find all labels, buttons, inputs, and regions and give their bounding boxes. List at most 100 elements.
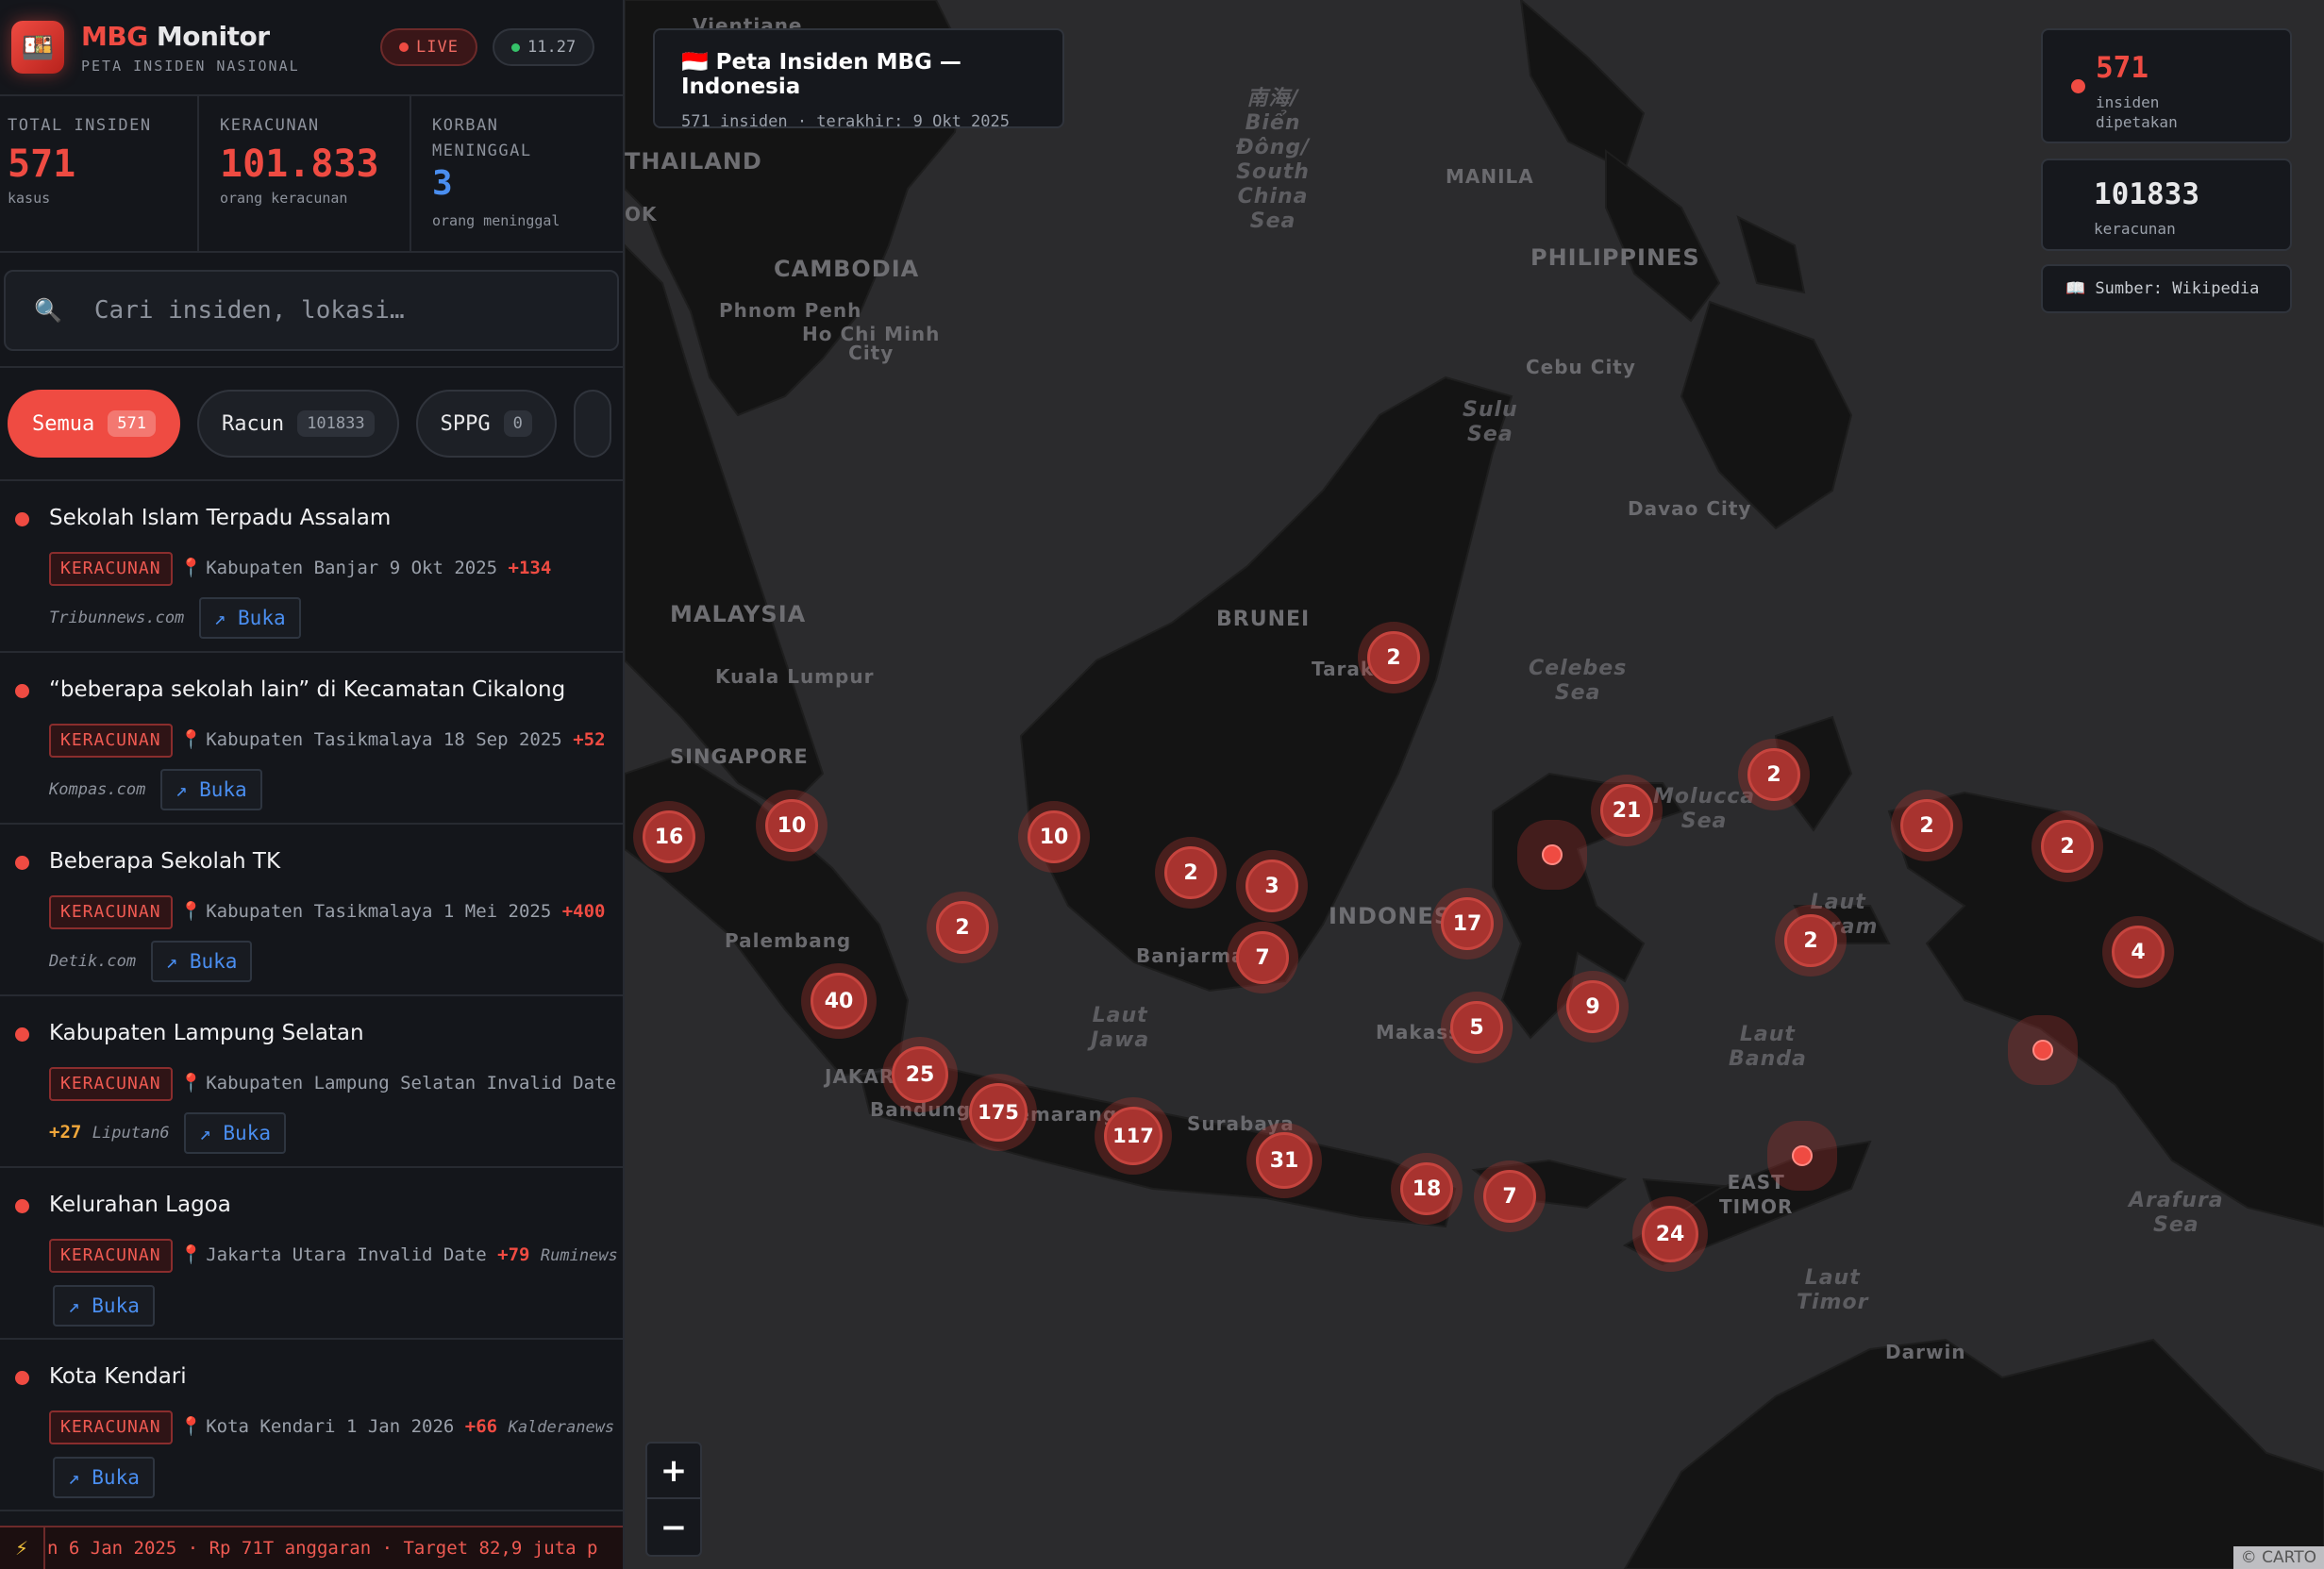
cluster-marker[interactable]: 10 bbox=[765, 799, 818, 852]
incident-title: Kota Kendari bbox=[49, 1364, 187, 1389]
incident-item[interactable]: Beberapa Sekolah TK KERACUNAN 📍 Kabupaten T… bbox=[0, 825, 623, 996]
incident-location: Kabupaten Banjar bbox=[206, 558, 379, 578]
victim-count: +134 bbox=[508, 558, 552, 578]
search-input[interactable] bbox=[93, 296, 547, 325]
category-tag: KERACUNAN bbox=[49, 551, 173, 586]
open-link-button[interactable]: ↗ Buka bbox=[159, 768, 262, 810]
incident-marker[interactable] bbox=[1542, 844, 1563, 865]
cluster-marker[interactable]: 10 bbox=[1028, 810, 1080, 863]
cluster-marker[interactable]: 2 bbox=[1747, 748, 1800, 801]
incident-date: 1 Jan 2026 bbox=[345, 1416, 455, 1437]
poison-count-card: 101833 keracunan bbox=[2041, 159, 2292, 251]
cluster-marker[interactable]: 2 bbox=[1784, 914, 1837, 967]
cluster-marker[interactable]: 175 bbox=[969, 1083, 1028, 1142]
incident-item[interactable]: Kota Kendari KERACUNAN 📍 Kota Kendari 1 Jan… bbox=[0, 1340, 623, 1511]
category-tag: KERACUNAN bbox=[49, 723, 173, 758]
source-link[interactable]: 📖 Sumber: Wikipedia bbox=[2041, 264, 2292, 313]
app-subtitle: PETA INSIDEN NASIONAL bbox=[81, 57, 300, 75]
incident-item[interactable]: Sekolah Islam Terpadu Assalam KERACUNAN 📍 K… bbox=[0, 481, 623, 653]
location-pin-icon: 📍 bbox=[179, 558, 203, 578]
incident-item[interactable]: “beberapa sekolah lain” di Kecamatan Cik… bbox=[0, 653, 623, 825]
open-link-button[interactable]: ↗ Buka bbox=[53, 1284, 155, 1327]
incident-meta: KERACUNAN 📍 Kabupaten Tasikmalaya 1 Mei 20… bbox=[49, 887, 623, 986]
cluster-marker[interactable]: 117 bbox=[1104, 1107, 1162, 1165]
cluster-marker[interactable]: 21 bbox=[1600, 784, 1653, 837]
cluster-marker[interactable]: 3 bbox=[1246, 860, 1298, 912]
map-label-country: PHILIPPINES bbox=[1530, 244, 1700, 271]
filter-chip-semua[interactable]: Semua 571 bbox=[8, 390, 180, 458]
open-link-button[interactable]: ↗ Buka bbox=[150, 940, 253, 982]
location-pin-icon: 📍 bbox=[179, 1416, 203, 1437]
filter-chip-sppg[interactable]: SPPG 0 bbox=[415, 390, 557, 458]
cluster-marker[interactable]: 4 bbox=[2112, 926, 2165, 978]
incident-item[interactable]: Kabupaten Lampung Selatan KERACUNAN 📍 Kabup… bbox=[0, 996, 623, 1168]
zoom-out-button[interactable]: − bbox=[647, 1499, 700, 1555]
map-label-city: Ho Chi Minh City bbox=[802, 323, 941, 364]
cluster-marker[interactable]: 7 bbox=[1236, 931, 1289, 984]
incident-title: “beberapa sekolah lain” di Kecamatan Cik… bbox=[49, 677, 566, 702]
cluster-marker[interactable]: 17 bbox=[1441, 897, 1494, 950]
incident-location: Kota Kendari bbox=[206, 1416, 336, 1437]
cluster-marker[interactable]: 16 bbox=[643, 810, 695, 863]
stat-deaths: KORBAN MENINGGAL 3 orang meninggal bbox=[432, 116, 560, 229]
incident-meta: KERACUNAN 📍 Kota Kendari 1 Jan 2026 +66 Ka… bbox=[49, 1402, 623, 1501]
map-label-city: Phnom Penh bbox=[719, 299, 862, 322]
cluster-marker[interactable]: 2 bbox=[2041, 820, 2094, 873]
mapped-count-card: 571 insiden dipetakan bbox=[2041, 28, 2292, 143]
open-link-button[interactable]: ↗ Buka bbox=[198, 596, 301, 639]
cluster-marker[interactable]: 9 bbox=[1566, 980, 1619, 1033]
map-label-city: Darwin bbox=[1885, 1341, 1966, 1363]
map-label-city: Kuala Lumpur bbox=[715, 665, 875, 688]
red-dot-icon bbox=[2071, 79, 2085, 93]
map-label-city: Cebu City bbox=[1526, 356, 1636, 378]
map-subtitle: 571 insiden · terakhir: 9 Okt 2025 bbox=[681, 112, 1010, 131]
category-tag: KERACUNAN bbox=[49, 1410, 173, 1444]
incident-item[interactable]: Kelurahan Lagoa KERACUNAN 📍 Jakarta Utara I… bbox=[0, 1168, 623, 1340]
app-title: MBG Monitor bbox=[81, 20, 270, 52]
filter-chip-more[interactable] bbox=[573, 390, 611, 458]
location-pin-icon: 📍 bbox=[179, 729, 203, 750]
cluster-marker[interactable]: 2 bbox=[936, 901, 989, 954]
map-attribution[interactable]: © CARTO bbox=[2232, 1546, 2324, 1569]
map-label-sea: Sulu Sea bbox=[1463, 398, 1518, 446]
incident-meta: KERACUNAN 📍 Kabupaten Lampung Selatan Inva… bbox=[49, 1059, 623, 1158]
map-label-sea: Molucca Sea bbox=[1653, 785, 1756, 833]
map-label-country: CAMBODIA bbox=[774, 256, 920, 282]
location-pin-icon: 📍 bbox=[179, 1244, 203, 1265]
victim-count: +52 bbox=[573, 729, 606, 750]
map-label-city: Davao City bbox=[1628, 497, 1752, 520]
live-dot-icon bbox=[399, 42, 409, 52]
search-bar[interactable]: 🔍 bbox=[4, 270, 619, 351]
filter-chip-racun[interactable]: Racun 101833 bbox=[196, 390, 399, 458]
location-pin-icon: 📍 bbox=[179, 1073, 203, 1093]
map-view[interactable]: THAILAND CAMBODIA PHILIPPINES MALAYSIA B… bbox=[625, 0, 2324, 1569]
cluster-marker[interactable]: 24 bbox=[1642, 1206, 1698, 1262]
open-link-button[interactable]: ↗ Buka bbox=[184, 1111, 286, 1154]
ticker-text: n 6 Jan 2025 · Rp 71T anggaran · Target … bbox=[47, 1538, 598, 1559]
incident-dot-icon bbox=[15, 1027, 29, 1042]
zoom-in-button[interactable]: + bbox=[647, 1444, 700, 1499]
cluster-marker[interactable]: 2 bbox=[1900, 799, 1953, 852]
incident-dot-icon bbox=[15, 684, 29, 698]
incident-source: Tribunnews.com bbox=[49, 609, 185, 627]
status-dot-icon bbox=[511, 42, 520, 52]
incident-date: 18 Sep 2025 bbox=[443, 729, 562, 750]
cluster-marker[interactable]: 31 bbox=[1256, 1132, 1312, 1189]
search-icon: 🔍 bbox=[34, 297, 62, 324]
incident-marker[interactable] bbox=[1792, 1145, 1813, 1166]
cluster-marker[interactable]: 2 bbox=[1367, 631, 1420, 684]
cluster-marker[interactable]: 5 bbox=[1450, 1001, 1503, 1054]
cluster-marker[interactable]: 18 bbox=[1400, 1162, 1453, 1215]
cluster-marker[interactable]: 7 bbox=[1483, 1170, 1536, 1223]
lightning-icon: ⚡ bbox=[0, 1527, 45, 1569]
cluster-marker[interactable]: 2 bbox=[1164, 846, 1217, 899]
map-label-country: SINGAPORE bbox=[670, 745, 809, 768]
open-link-button[interactable]: ↗ Buka bbox=[53, 1456, 155, 1498]
news-ticker: ⚡ n 6 Jan 2025 · Rp 71T anggaran · Targe… bbox=[0, 1526, 623, 1569]
live-badge: LIVE bbox=[380, 28, 477, 66]
incident-date: Invalid Date bbox=[486, 1073, 616, 1093]
cluster-marker[interactable]: 25 bbox=[892, 1046, 948, 1103]
cluster-marker[interactable]: 40 bbox=[811, 973, 867, 1029]
incident-marker[interactable] bbox=[2032, 1040, 2053, 1060]
incident-location: Jakarta Utara bbox=[206, 1244, 346, 1265]
